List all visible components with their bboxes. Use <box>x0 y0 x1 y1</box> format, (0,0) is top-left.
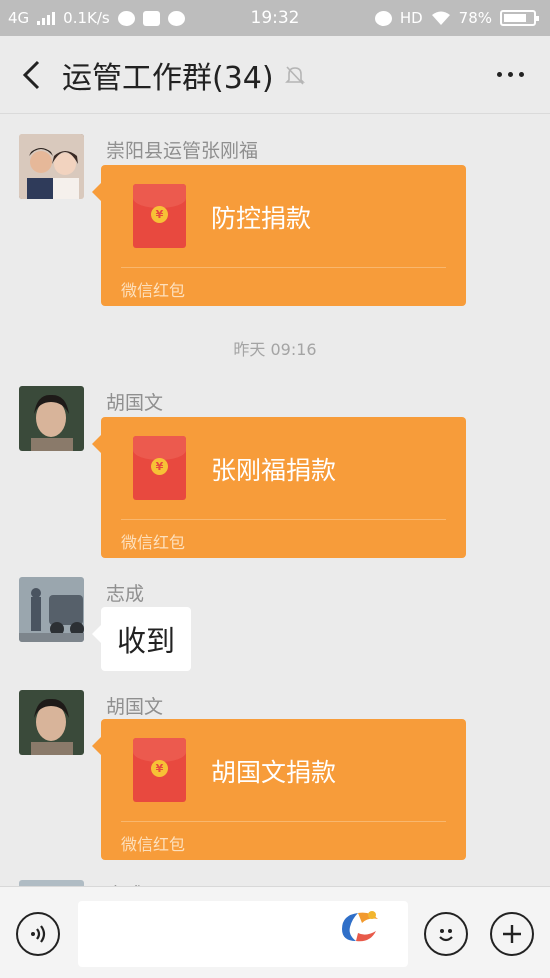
avatar-photo <box>19 577 84 642</box>
sender-name: 志成 <box>106 583 145 605</box>
back-button[interactable] <box>0 36 62 114</box>
avatar[interactable] <box>19 690 84 755</box>
more-dot <box>507 72 513 77</box>
divider <box>121 519 446 520</box>
status-bar: 4G 0.1K/s 19:32 HD 78% <box>0 0 550 36</box>
avatar-photo <box>19 134 84 199</box>
red-packet-title: 张刚福捐款 <box>211 456 337 485</box>
yuan-coin-icon: ¥ <box>151 760 168 777</box>
bell-off-icon <box>284 65 305 85</box>
emoji-icon <box>439 929 453 942</box>
divider <box>121 267 446 268</box>
status-left: 4G 0.1K/s <box>8 9 185 27</box>
sender-name: 胡国文 <box>106 696 164 718</box>
red-packet-title: 防控捐款 <box>211 204 312 233</box>
signal-icon <box>37 11 56 25</box>
voice-button[interactable] <box>16 912 60 956</box>
divider <box>121 821 446 822</box>
chat-bubble-icon <box>167 10 185 26</box>
network-speed: 0.1K/s <box>63 9 110 27</box>
yuan-coin-icon: ¥ <box>151 458 168 475</box>
red-packet-footer: 微信红包 <box>121 835 186 854</box>
mail-icon <box>142 10 160 26</box>
input-bar <box>0 886 550 978</box>
title-bar: 运管工作群(34) <box>0 36 550 114</box>
avatar[interactable] <box>19 577 84 642</box>
battery-icon <box>500 10 539 26</box>
avatar[interactable] <box>19 386 84 451</box>
voice-icon <box>31 925 46 943</box>
status-right: HD 78% <box>374 9 539 27</box>
sender-name: 胡国文 <box>106 392 164 414</box>
browser-icon <box>117 10 135 26</box>
red-envelope-icon: ¥ <box>133 184 186 248</box>
network-type: 4G <box>8 9 30 27</box>
watermark-logo-icon <box>342 911 378 942</box>
battery-percent: 78% <box>458 9 492 27</box>
red-envelope-icon: ¥ <box>133 436 186 500</box>
timestamp: 昨天 09:16 <box>233 340 317 359</box>
yuan-coin-icon: ¥ <box>151 206 168 223</box>
red-envelope-icon: ¥ <box>133 738 186 802</box>
emoji-button[interactable] <box>424 912 468 956</box>
add-button[interactable] <box>490 912 534 956</box>
plus-circle-icon <box>503 925 521 943</box>
more-button[interactable] <box>470 36 550 114</box>
more-dots-icon <box>496 72 502 77</box>
avatar-photo <box>19 690 84 755</box>
sender-name: 崇阳县运管张刚福 <box>106 140 259 162</box>
hd-label: HD <box>399 9 423 27</box>
wifi-icon <box>431 11 450 25</box>
chevron-left-icon <box>22 60 40 89</box>
more-dot <box>518 72 524 77</box>
avatar-photo <box>19 386 84 451</box>
red-packet[interactable]: ¥ 胡国文捐款 微信红包 <box>92 719 466 860</box>
red-packet[interactable]: ¥ 防控捐款 微信红包 <box>92 165 466 306</box>
alarm-icon <box>374 10 392 26</box>
red-packet-footer: 微信红包 <box>121 281 186 300</box>
text-bubble[interactable]: 收到 <box>91 607 192 671</box>
chat-title: 运管工作群(34) <box>62 60 274 96</box>
message-list[interactable]: 崇阳县运管张刚福 ¥ 防控捐款 微信红包 昨天 09:16 胡国文 ¥ 张刚福捐… <box>0 114 550 886</box>
red-packet[interactable]: ¥ 张刚福捐款 微信红包 <box>92 417 466 558</box>
red-packet-footer: 微信红包 <box>121 533 186 552</box>
avatar[interactable] <box>19 134 84 199</box>
red-packet-title: 胡国文捐款 <box>211 758 337 787</box>
